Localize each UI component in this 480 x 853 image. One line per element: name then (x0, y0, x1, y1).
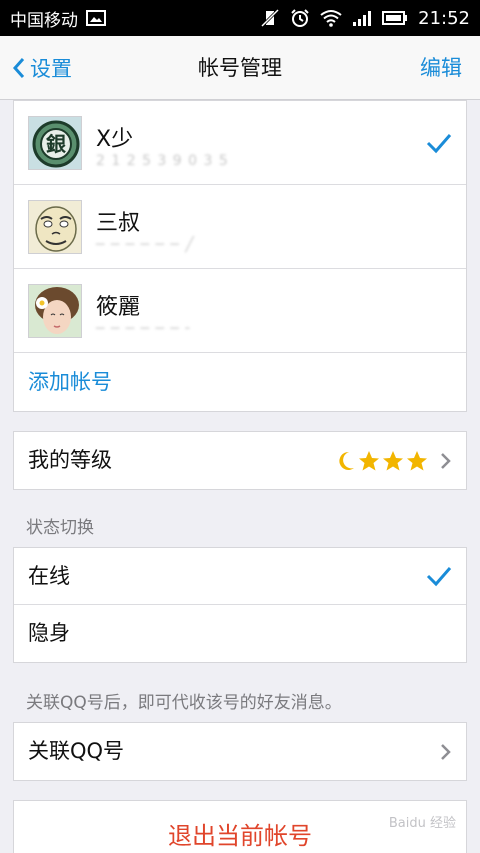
silver-coin-avatar-icon: 銀 (29, 117, 81, 169)
account-row-1[interactable]: 銀 X少 2 1 2 5 3 9 0 3 5 (14, 101, 466, 185)
chevron-right-icon (441, 452, 451, 469)
watermark: Baidu 经验 (388, 816, 456, 831)
account-name: 筱麗 (96, 295, 141, 320)
chevron-left-icon (12, 58, 25, 78)
avatar (28, 200, 82, 254)
account-number: 2 1 2 5 3 9 0 3 5 (96, 153, 229, 169)
navigation-bar: 设置 帐号管理 编辑 (0, 36, 480, 100)
level-badges (336, 450, 428, 472)
checkmark-icon (426, 133, 452, 153)
status-section-header: 状态切换 (26, 518, 94, 538)
wifi-icon (320, 10, 342, 27)
carrier-name: 中国移动 (10, 10, 78, 31)
account-number: ─ ─ ─ ─ ─ ─ ╴ (96, 321, 195, 337)
avatar (28, 284, 82, 338)
status-group: 在线 隐身 (13, 547, 467, 663)
level-group: 我的等级 (13, 431, 467, 490)
status-bar: 中国移动 21:52 (0, 0, 480, 36)
status-icons: 21:52 (260, 8, 470, 29)
accounts-list: 銀 X少 2 1 2 5 3 9 0 3 5 三叔 ─ ─ ─ ─ ─ ─ ╱ (13, 100, 467, 412)
add-account-button[interactable]: 添加帐号 (14, 353, 466, 411)
vibrate-off-icon (261, 8, 280, 28)
girl-photo-avatar-icon (29, 285, 81, 337)
edit-button[interactable]: 编辑 (420, 36, 462, 100)
account-number: ─ ─ ─ ─ ─ ─ ╱ (96, 237, 195, 253)
star-icon (407, 450, 427, 470)
status-option-label: 在线 (28, 564, 70, 588)
checkmark-icon (426, 567, 452, 587)
status-option-label: 隐身 (28, 621, 70, 645)
image-notification-icon (86, 10, 106, 26)
link-qq-group: 关联QQ号 (13, 722, 467, 781)
account-name: X少 (96, 127, 134, 152)
signal-icon (353, 11, 372, 26)
star-icon (383, 450, 403, 470)
link-qq-label: 关联QQ号 (28, 739, 125, 763)
alarm-icon (291, 9, 309, 27)
clock: 21:52 (418, 7, 470, 29)
status-option-invisible[interactable]: 隐身 (14, 605, 466, 662)
status-option-online[interactable]: 在线 (14, 548, 466, 605)
link-qq-note: 关联QQ号后，即可代收该号的好友消息。 (26, 693, 342, 713)
account-name: 三叔 (96, 211, 141, 236)
account-row-2[interactable]: 三叔 ─ ─ ─ ─ ─ ─ ╱ (14, 185, 466, 269)
battery-icon (382, 11, 408, 25)
link-qq-row[interactable]: 关联QQ号 (14, 723, 466, 780)
account-row-3[interactable]: 筱麗 ─ ─ ─ ─ ─ ─ ╴ (14, 269, 466, 353)
chevron-right-icon (441, 743, 451, 760)
page-title: 帐号管理 (198, 56, 282, 80)
star-icon (359, 450, 379, 470)
avatar: 銀 (28, 116, 82, 170)
my-level-label: 我的等级 (28, 448, 112, 472)
moon-icon (339, 451, 354, 470)
back-button[interactable]: 设置 (12, 36, 72, 100)
carrier-group: 中国移动 (10, 6, 106, 31)
my-level-row[interactable]: 我的等级 (14, 432, 466, 489)
back-label: 设置 (30, 57, 72, 81)
svg-text:銀: 銀 (46, 132, 66, 156)
cartoon-face-avatar-icon (29, 201, 81, 253)
